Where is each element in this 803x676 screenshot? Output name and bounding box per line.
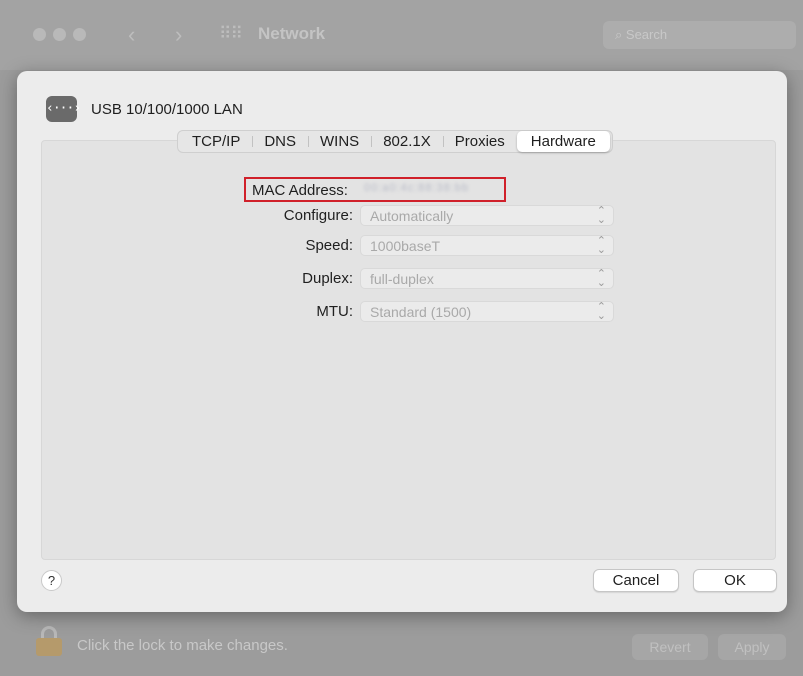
close-window-button[interactable]	[33, 28, 46, 41]
tab-dns[interactable]: DNS	[252, 131, 308, 152]
configure-popup[interactable]: Automatically ⌃ ⌄	[360, 205, 614, 226]
mtu-label: MTU:	[316, 303, 353, 320]
configure-value: Automatically	[370, 208, 454, 224]
window-titlebar: ‹ › ⠿⠿ Network ⌕ Search	[0, 0, 803, 70]
back-button[interactable]: ‹	[128, 22, 135, 48]
chevron-updown-icon: ⌃ ⌄	[596, 205, 606, 226]
chevron-updown-icon: ⌃ ⌄	[596, 301, 606, 322]
mac-address-row: MAC Address: 00:a0:4c:88:38:bb	[244, 177, 506, 202]
interface-name: USB 10/100/1000 LAN	[91, 101, 243, 118]
help-button[interactable]: ?	[41, 570, 62, 591]
settings-tab-bar: TCP/IP DNS WINS 802.1X Proxies Hardware	[177, 130, 613, 153]
lock-icon[interactable]	[36, 626, 62, 656]
tab-wins[interactable]: WINS	[308, 131, 371, 152]
tab-proxies[interactable]: Proxies	[442, 131, 517, 152]
forward-button[interactable]: ›	[175, 22, 182, 48]
zoom-window-button[interactable]	[73, 28, 86, 41]
lock-message: Click the lock to make changes.	[77, 637, 288, 654]
mac-address-value: 00:a0:4c:88:38:bb	[364, 182, 470, 194]
tab-tcpip[interactable]: TCP/IP	[180, 131, 252, 152]
search-field[interactable]: ⌕ Search	[603, 21, 796, 49]
search-placeholder: Search	[625, 27, 668, 42]
cancel-button[interactable]: Cancel	[593, 569, 679, 592]
mtu-popup[interactable]: Standard (1500) ⌃ ⌄	[360, 301, 614, 322]
revert-button[interactable]: Revert	[632, 634, 708, 660]
grid-icon[interactable]: ⠿⠿	[219, 24, 243, 44]
window-title: Network	[258, 24, 326, 43]
speed-label: Speed:	[305, 237, 353, 254]
duplex-popup[interactable]: full-duplex ⌃ ⌄	[360, 268, 614, 289]
duplex-label: Duplex:	[302, 270, 353, 287]
tab-8021x[interactable]: 802.1X	[371, 131, 443, 152]
settings-panel	[41, 140, 776, 560]
duplex-value: full-duplex	[370, 271, 434, 287]
apply-button[interactable]: Apply	[718, 634, 786, 660]
speed-value: 1000baseT	[370, 238, 441, 254]
configure-label: Configure:	[283, 207, 353, 224]
mac-address-label: MAC Address:	[252, 182, 348, 199]
chevron-updown-icon: ⌃ ⌄	[596, 235, 606, 256]
chevron-updown-icon: ⌃ ⌄	[596, 268, 606, 289]
ok-button[interactable]: OK	[693, 569, 777, 592]
search-icon: ⌕	[615, 27, 626, 42]
hardware-settings-sheet: ‹···› USB 10/100/1000 LAN TCP/IP DNS WIN…	[17, 71, 787, 612]
minimize-window-button[interactable]	[53, 28, 66, 41]
tab-hardware[interactable]: Hardware	[516, 131, 610, 152]
ethernet-icon: ‹···›	[46, 96, 81, 122]
speed-popup[interactable]: 1000baseT ⌃ ⌄	[360, 235, 614, 256]
mtu-value: Standard (1500)	[370, 304, 472, 320]
